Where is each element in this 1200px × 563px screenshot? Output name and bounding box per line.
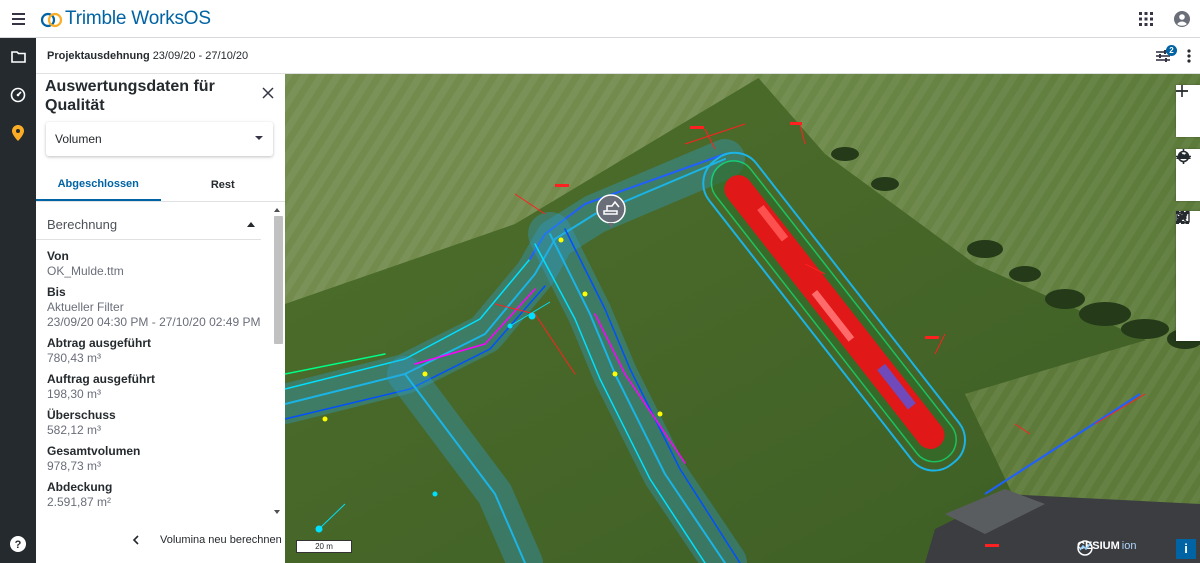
- metric-select-value: Volumen: [55, 132, 102, 146]
- check-icon[interactable]: [1176, 211, 1200, 289]
- result-value: OK_Mulde.ttm: [47, 264, 124, 278]
- satellite-map-canvas[interactable]: [285, 74, 1200, 563]
- result-item-von: Von OK_Mulde.ttm: [47, 249, 267, 279]
- svg-text:?: ?: [15, 539, 22, 551]
- result-item-abtrag: Abtrag ausgeführt 780,43 m³: [47, 336, 267, 366]
- result-value: 198,30 m³: [47, 387, 102, 401]
- result-label: Überschuss: [47, 408, 116, 422]
- result-item-abdeckung: Abdeckung 2.591,87 m²: [47, 480, 267, 510]
- project-extent-label: Projektausdehnung: [47, 49, 150, 62]
- result-item-ueberschuss: Überschuss 582,12 m³: [47, 408, 267, 438]
- results-scroll-area: Berechnung Von OK_Mulde.ttm Bis Aktuelle…: [36, 202, 285, 518]
- zoom-controls: [1176, 85, 1200, 137]
- brand-logo: Trimble WorksOS: [41, 8, 211, 30]
- location-pin-icon[interactable]: [0, 114, 36, 152]
- brand-name: Trimble WorksOS: [65, 7, 211, 29]
- scroll-up-icon[interactable]: [274, 208, 280, 212]
- map-icon[interactable]: [1176, 211, 1200, 263]
- filter-button[interactable]: 2: [1148, 38, 1178, 74]
- panel-footer: Volumina neu berechnen: [36, 518, 285, 563]
- zoom-out-icon[interactable]: [1176, 90, 1200, 137]
- cesium-attribution[interactable]: CESIUM ion: [1077, 540, 1137, 556]
- gauge-icon[interactable]: [0, 76, 36, 114]
- close-icon[interactable]: [261, 86, 275, 100]
- edit-controls: [1176, 211, 1200, 341]
- panel-tabs: Abgeschlossen Rest: [36, 169, 285, 202]
- calculation-section-header[interactable]: Berechnung: [36, 210, 261, 240]
- result-value: 582,12 m³: [47, 423, 102, 437]
- chevron-left-icon[interactable]: [132, 535, 140, 545]
- hamburger-icon[interactable]: [0, 0, 36, 38]
- result-item-auftrag: Auftrag ausgeführt 198,30 m³: [47, 372, 267, 402]
- map-view[interactable]: 20 m CESIUM ion i: [285, 74, 1200, 563]
- result-value: 978,73 m³: [47, 459, 102, 473]
- grid-icon[interactable]: [1128, 0, 1164, 38]
- chevron-down-icon: [255, 136, 263, 140]
- scrollbar-thumb[interactable]: [274, 216, 283, 344]
- panel-title: Auswertungsdaten für Qualität: [45, 78, 215, 114]
- tab-abgeschlossen[interactable]: Abgeschlossen: [36, 169, 161, 201]
- result-value-range: 23/09/20 04:30 PM - 27/10/20 02:49 PM: [47, 315, 261, 329]
- project-extent-bar: Projektausdehnung 23/09/20 - 27/10/20 2: [36, 38, 1200, 74]
- result-label: Von: [47, 249, 69, 263]
- terrain-icon[interactable]: [1176, 152, 1200, 201]
- cesium-ion-label: ion: [1121, 540, 1137, 552]
- close-icon[interactable]: [1176, 211, 1200, 315]
- quality-analysis-panel: Auswertungsdaten für Qualität Volumen Ab…: [36, 74, 285, 563]
- result-label: Abdeckung: [47, 480, 113, 494]
- result-item-gesamtvolumen: Gesamtvolumen 978,73 m³: [47, 444, 267, 474]
- user-icon[interactable]: [1164, 0, 1200, 38]
- tab-rest[interactable]: Rest: [161, 169, 286, 201]
- view-controls: [1176, 149, 1200, 201]
- trimble-logo-icon: [41, 12, 63, 27]
- panel-scrollbar[interactable]: [272, 206, 283, 516]
- result-label: Auftrag ausgeführt: [47, 372, 155, 386]
- pattern-icon[interactable]: [1176, 211, 1200, 341]
- scroll-down-icon[interactable]: [274, 510, 280, 514]
- app-header: Trimble WorksOS: [0, 0, 1200, 38]
- result-value: Aktueller Filter: [47, 300, 124, 314]
- left-rail: ?: [0, 38, 36, 563]
- result-label: Gesamtvolumen: [47, 444, 141, 458]
- recalculate-volumes-button[interactable]: Volumina neu berechnen: [160, 534, 282, 546]
- help-icon[interactable]: ?: [0, 525, 36, 563]
- result-value: 780,43 m³: [47, 351, 102, 365]
- folder-icon[interactable]: [0, 38, 36, 76]
- cesium-logo-icon: [1077, 540, 1093, 556]
- result-label: Abtrag ausgeführt: [47, 336, 152, 350]
- result-value: 2.591,87 m²: [47, 495, 112, 509]
- map-info-button[interactable]: i: [1176, 539, 1196, 559]
- more-options-icon[interactable]: [1178, 38, 1200, 74]
- result-label: Bis: [47, 285, 66, 299]
- filter-count-badge: 2: [1166, 45, 1177, 56]
- section-title: Berechnung: [47, 217, 118, 232]
- result-item-bis: Bis Aktueller Filter 23/09/20 04:30 PM -…: [47, 285, 267, 330]
- collapse-icon: [247, 222, 255, 227]
- metric-select[interactable]: Volumen: [46, 122, 273, 156]
- project-extent-range: 23/09/20 - 27/10/20: [152, 49, 249, 62]
- map-scale-bar: 20 m: [296, 540, 352, 553]
